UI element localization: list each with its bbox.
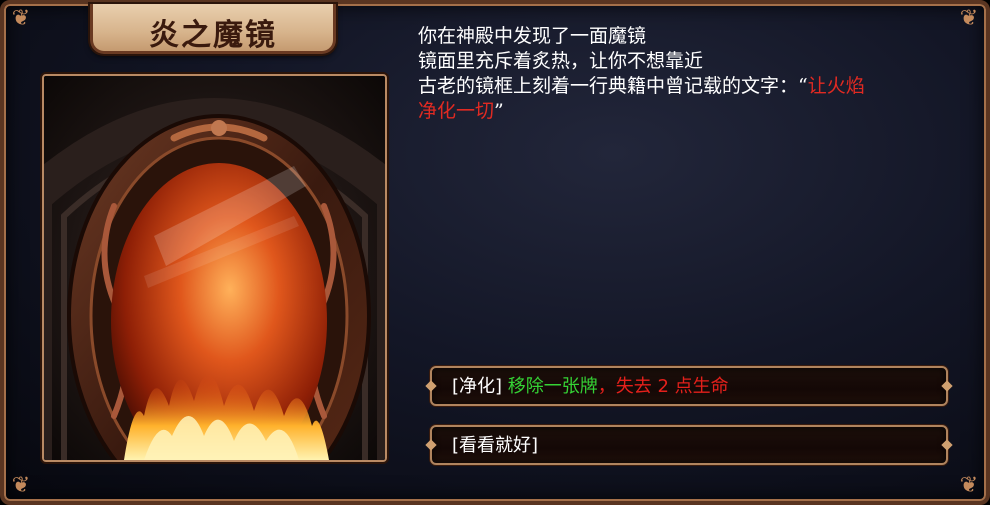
quote-close-mark: ” bbox=[494, 100, 504, 122]
diamond-cap-icon bbox=[425, 380, 437, 392]
fire-mirror-icon bbox=[44, 76, 385, 460]
event-description: 你在神殿中发现了一面魔镜 镜面里充斥着炙热，让你不想靠近 古老的镜框上刻着一行典… bbox=[418, 24, 978, 124]
title-plate: 炎之魔镜 bbox=[90, 4, 336, 54]
quote-highlight-part2: 净化一切 bbox=[418, 100, 495, 122]
corner-ornament-icon: ❦ bbox=[11, 473, 31, 498]
option-purify-separator: ， bbox=[597, 376, 616, 397]
option-purify-benefit: 移除一张牌 bbox=[507, 376, 598, 397]
option-leave-label: [看看就好] bbox=[452, 435, 539, 456]
story-line-4: 净化一切” bbox=[418, 99, 978, 124]
diamond-cap-icon bbox=[425, 439, 437, 451]
option-purify-cost: 失去 2 点生命 bbox=[615, 376, 729, 397]
corner-ornament-icon: ❦ bbox=[959, 473, 979, 498]
option-leave-button[interactable]: [看看就好] bbox=[425, 425, 953, 465]
story-line-3: 古老的镜框上刻着一行典籍中曾记载的文字：“让火焰 bbox=[418, 74, 978, 99]
option-purify-tag: [净化] bbox=[452, 376, 503, 397]
diamond-cap-icon bbox=[941, 439, 953, 451]
quote-highlight-part1: 让火焰 bbox=[807, 75, 865, 97]
option-purify-button[interactable]: [净化] 移除一张牌，失去 2 点生命 bbox=[425, 366, 953, 406]
event-illustration bbox=[42, 74, 387, 462]
event-dialog: ❦ ❦ ❦ ❦ 炎之魔镜 你在神殿中发现了一面魔镜 镜面里充斥着炙热，让你不想靠… bbox=[0, 0, 990, 505]
event-title: 炎之魔镜 bbox=[149, 18, 277, 53]
option-purify-label: [净化] 移除一张牌，失去 2 点生命 bbox=[452, 376, 729, 398]
story-line-1: 你在神殿中发现了一面魔镜 bbox=[418, 25, 647, 47]
story-line-2: 镜面里充斥着炙热，让你不想靠近 bbox=[418, 50, 704, 72]
diamond-cap-icon bbox=[941, 380, 953, 392]
corner-ornament-icon: ❦ bbox=[11, 6, 31, 31]
story-line-3-prefix: 古老的镜框上刻着一行典籍中曾记载的文字：“ bbox=[418, 75, 808, 97]
